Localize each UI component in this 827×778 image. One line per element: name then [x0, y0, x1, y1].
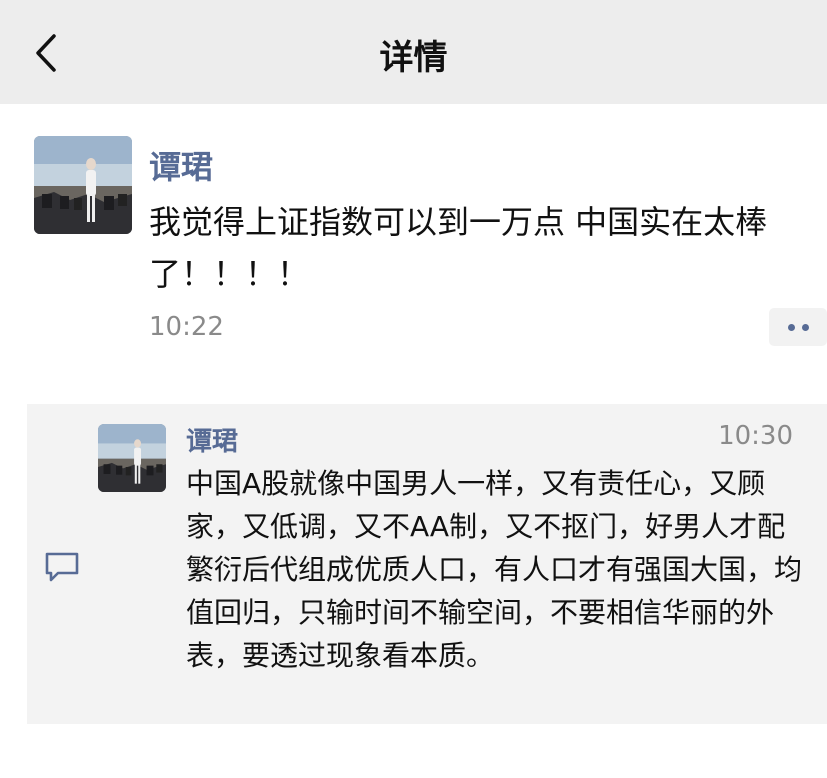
avatar[interactable]	[34, 136, 132, 234]
post-timestamp: 10:22	[149, 312, 224, 342]
post-text: 我觉得上证指数可以到一万点 中国实在太棒了！！！！	[149, 203, 768, 293]
top-bar: 详情	[0, 0, 827, 104]
comment-text: 中国A股就像中国男人一样，又有责任心，又顾家，又低调，又不AA制，又不抠门，好男…	[186, 467, 803, 672]
comment-bubble-icon	[45, 552, 79, 582]
more-dots-icon	[787, 323, 795, 331]
post-author-name[interactable]: 谭珺	[149, 142, 213, 188]
page-title: 详情	[379, 38, 448, 78]
comment-author-name[interactable]: 谭珺	[186, 421, 238, 458]
comment-timestamp: 10:30	[718, 421, 793, 451]
more-actions-button[interactable]	[769, 308, 827, 346]
avatar[interactable]	[98, 424, 166, 492]
more-dots-icon	[801, 323, 809, 331]
